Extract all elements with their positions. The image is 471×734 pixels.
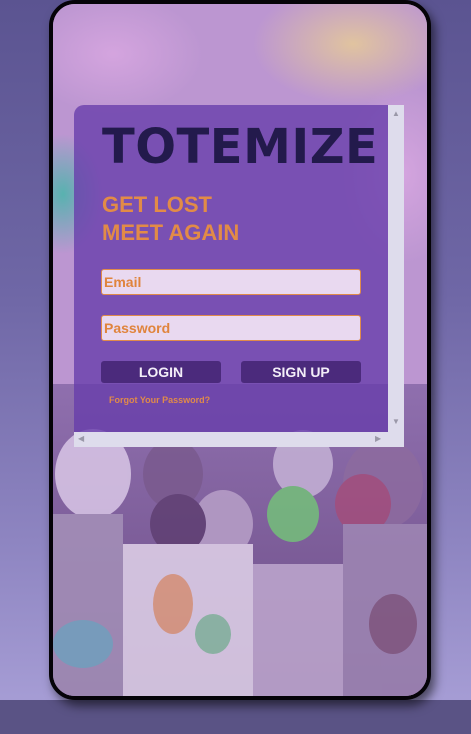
login-panel-content: TOTEMIZE GET LOST MEET AGAIN LOGIN SIGN …	[74, 105, 388, 432]
phone-frame: TOTEMIZE GET LOST MEET AGAIN LOGIN SIGN …	[49, 0, 431, 700]
login-button[interactable]: LOGIN	[101, 361, 221, 383]
forgot-password-link[interactable]: Forgot Your Password?	[109, 395, 210, 405]
password-input[interactable]	[101, 315, 361, 341]
horizontal-scrollbar[interactable]: ◀ ▶	[74, 432, 388, 447]
scroll-left-icon[interactable]: ◀	[78, 434, 84, 444]
scroll-right-icon[interactable]: ▶	[375, 434, 381, 444]
bottom-band	[0, 700, 471, 734]
app-title: TOTEMIZE	[102, 119, 379, 175]
vertical-scrollbar[interactable]: ▲ ▼	[388, 105, 404, 432]
email-input[interactable]	[101, 269, 361, 295]
tagline: GET LOST MEET AGAIN	[102, 191, 239, 247]
tagline-line-2: MEET AGAIN	[102, 220, 240, 245]
login-panel: TOTEMIZE GET LOST MEET AGAIN LOGIN SIGN …	[74, 105, 404, 447]
signup-button[interactable]: SIGN UP	[241, 361, 361, 383]
scroll-up-icon[interactable]: ▲	[392, 109, 400, 119]
scroll-down-icon[interactable]: ▼	[392, 417, 400, 427]
scrollbar-corner	[388, 432, 404, 447]
tagline-line-1: GET LOST	[102, 192, 212, 217]
